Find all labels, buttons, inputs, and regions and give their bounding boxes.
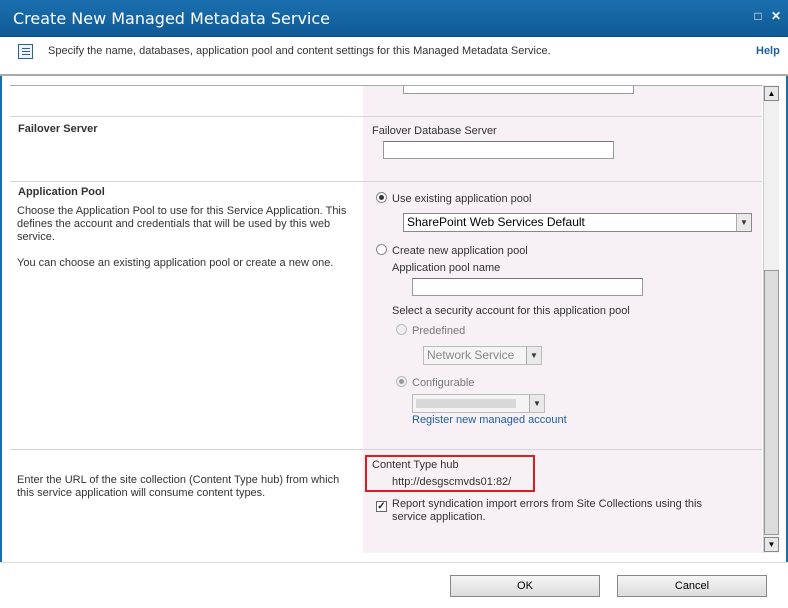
info-bar: Specify the name, databases, application… [0,37,788,76]
use-existing-pool-label: Use existing application pool [392,193,532,205]
document-info-icon [18,44,33,59]
predefined-account-select[interactable]: Network Service ▼ [423,346,542,365]
existing-pool-select[interactable]: SharePoint Web Services Default ▼ [403,213,752,232]
chevron-down-icon: ▼ [529,395,544,412]
report-errors-checkbox[interactable]: ✓ [376,501,387,512]
dialog-titlebar: Create New Managed Metadata Service □ ✕ [0,0,788,37]
existing-pool-value: SharePoint Web Services Default [407,215,585,229]
form-content: Failover Server Failover Database Server… [10,85,762,553]
failover-server-input[interactable] [383,141,614,159]
scrollbar-thumb[interactable] [764,270,779,535]
close-button[interactable]: ✕ [769,9,783,23]
database-name-input[interactable] [403,86,634,94]
predefined-radio[interactable] [396,324,407,335]
scroll-up-icon[interactable]: ▲ [764,86,779,101]
help-link[interactable]: Help [756,45,780,57]
pool-name-input[interactable] [412,278,643,296]
create-new-pool-label: Create new application pool [392,245,528,257]
scroll-down-icon[interactable]: ▼ [764,537,779,552]
section-divider [10,116,762,117]
blurred-account-value [416,399,516,408]
configurable-account-select[interactable]: ▼ [412,394,545,413]
configurable-radio[interactable] [396,376,407,387]
report-errors-label: Report syndication import errors from Si… [392,498,702,523]
predefined-label: Predefined [412,325,466,337]
create-new-pool-radio[interactable] [376,244,387,255]
failover-field-label: Failover Database Server [372,125,497,137]
cancel-button[interactable]: Cancel [617,575,767,597]
app-pool-description: Choose the Application Pool to use for t… [17,205,347,243]
hub-description: Enter the URL of the site collection (Co… [17,474,340,499]
configurable-label: Configurable [412,377,475,389]
hub-url: http://desgscmvds01:82/ [392,476,512,488]
chevron-down-icon: ▼ [526,347,541,364]
security-account-label: Select a security account for this appli… [392,305,630,317]
use-existing-pool-radio[interactable] [376,192,387,203]
maximize-button[interactable]: □ [751,9,765,23]
predefined-account-value: Network Service [427,348,515,362]
hub-label: Content Type hub [372,459,459,471]
chevron-down-icon: ▼ [736,214,751,231]
dialog-title: Create New Managed Metadata Service [13,9,331,28]
info-description: Specify the name, databases, application… [48,45,551,57]
vertical-scrollbar[interactable]: ▲ ▼ [763,85,779,553]
register-managed-account-link[interactable]: Register new managed account [412,414,567,426]
app-pool-description-2: You can choose an existing application p… [17,257,334,269]
app-pool-heading: Application Pool [18,186,105,198]
pool-name-label: Application pool name [392,262,501,274]
failover-heading: Failover Server [18,123,98,135]
section-divider [10,181,762,182]
ok-button[interactable]: OK [450,575,600,597]
window-frame-left [0,37,2,608]
section-divider [10,449,762,450]
